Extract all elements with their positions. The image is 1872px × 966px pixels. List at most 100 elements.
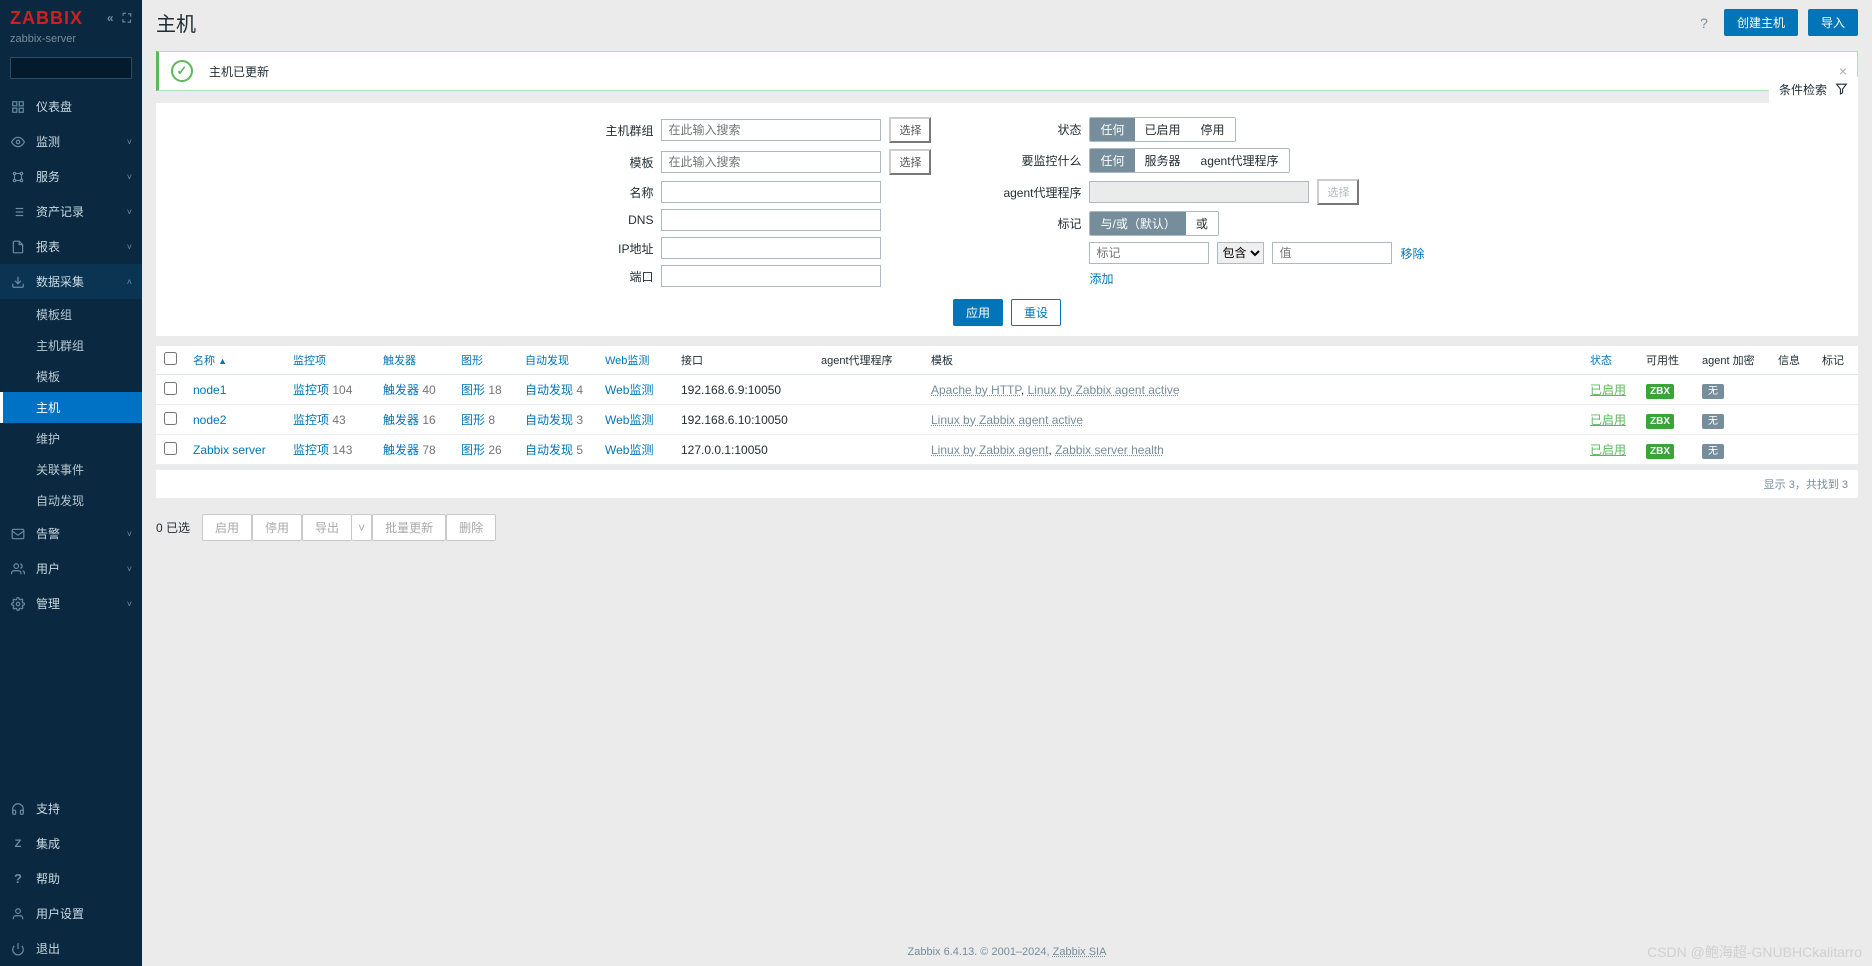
select-template-button[interactable]: 选择	[889, 149, 931, 175]
status-link[interactable]: 已启用	[1590, 413, 1626, 427]
col-name[interactable]: 名称 ▲	[193, 355, 227, 367]
status-link[interactable]: 已启用	[1590, 383, 1626, 397]
toggle-opt[interactable]: 已启用	[1135, 118, 1191, 141]
template-link[interactable]: Zabbix server health	[1055, 443, 1164, 457]
items-link[interactable]: 监控项	[293, 443, 329, 457]
triggers-link[interactable]: 触发器	[383, 443, 419, 457]
toggle-opt[interactable]: 服务器	[1135, 149, 1191, 172]
remove-tag-link[interactable]: 移除	[1400, 245, 1424, 262]
toggle-opt[interactable]: 停用	[1191, 118, 1235, 141]
col-graphs[interactable]: 图形	[461, 355, 483, 367]
import-button[interactable]: 导入	[1808, 9, 1858, 36]
web-link[interactable]: Web监测	[605, 383, 653, 397]
apply-filter-button[interactable]: 应用	[953, 299, 1003, 326]
sub-item[interactable]: 主机群组	[0, 330, 142, 361]
select-tag-op[interactable]: 包含	[1217, 242, 1264, 264]
sub-item[interactable]: 主机	[0, 392, 142, 423]
discovery-link[interactable]: 自动发现	[525, 413, 573, 427]
host-link[interactable]: node1	[193, 383, 226, 397]
items-link[interactable]: 监控项	[293, 383, 329, 397]
toggle-opt[interactable]: agent代理程序	[1191, 149, 1289, 172]
collapse-icon[interactable]: «	[107, 11, 115, 26]
select-hostgroup-button[interactable]: 选择	[889, 117, 931, 143]
nav-item-users[interactable]: 用户˅	[0, 551, 142, 586]
template-link[interactable]: Apache by HTTP	[931, 383, 1021, 397]
col-discovery[interactable]: 自动发现	[525, 355, 569, 367]
nav-item-user[interactable]: 用户设置	[0, 896, 142, 931]
nav-item-headset[interactable]: 支持	[0, 791, 142, 826]
toggle-opt[interactable]: 任何	[1090, 149, 1134, 172]
input-dns[interactable]	[661, 209, 881, 231]
input-tag-key[interactable]	[1089, 242, 1209, 264]
sub-item[interactable]: 模板	[0, 361, 142, 392]
input-template[interactable]	[661, 151, 881, 173]
sub-item[interactable]: 关联事件	[0, 454, 142, 485]
nav-item-doc[interactable]: 报表˅	[0, 229, 142, 264]
web-link[interactable]: Web监测	[605, 443, 653, 457]
discovery-link[interactable]: 自动发现	[525, 383, 573, 397]
discovery-link[interactable]: 自动发现	[525, 443, 573, 457]
toggle-opt[interactable]: 任何	[1090, 118, 1134, 141]
input-port[interactable]	[661, 265, 881, 287]
templates-cell: Linux by Zabbix agent, Zabbix server hea…	[923, 435, 1582, 465]
status-link[interactable]: 已启用	[1590, 443, 1626, 457]
chevron-down-icon: ˅	[127, 172, 132, 182]
col-status[interactable]: 状态	[1590, 355, 1612, 367]
nav-item-mail[interactable]: 告警˅	[0, 516, 142, 551]
global-search[interactable]: 🔍	[10, 57, 132, 79]
select-all-checkbox[interactable]	[164, 352, 177, 365]
toggle-tag-logic[interactable]: 与/或（默认）或	[1089, 211, 1218, 236]
template-link[interactable]: Linux by Zabbix agent	[931, 443, 1048, 457]
help-icon[interactable]: ?	[1694, 15, 1714, 31]
row-checkbox[interactable]	[164, 412, 177, 425]
add-tag-link[interactable]: 添加	[1089, 270, 1113, 287]
nav-item-z[interactable]: Z集成	[0, 826, 142, 861]
nav-item-grid[interactable]: 仪表盘	[0, 89, 142, 124]
proxy-cell	[813, 405, 923, 435]
headset-icon	[10, 801, 26, 817]
sub-item[interactable]: 模板组	[0, 299, 142, 330]
mail-icon	[10, 526, 26, 542]
items-link[interactable]: 监控项	[293, 413, 329, 427]
template-link[interactable]: Linux by Zabbix agent active	[1028, 383, 1180, 397]
logo-text[interactable]: ZABBIX	[10, 8, 83, 29]
row-checkbox[interactable]	[164, 442, 177, 455]
toggle-status[interactable]: 任何已启用停用	[1089, 117, 1235, 142]
triggers-link[interactable]: 触发器	[383, 383, 419, 397]
sub-item[interactable]: 自动发现	[0, 485, 142, 516]
reset-filter-button[interactable]: 重设	[1011, 299, 1061, 326]
nav-item-help[interactable]: ?帮助	[0, 861, 142, 896]
graphs-link[interactable]: 图形	[461, 383, 485, 397]
col-items[interactable]: 监控项	[293, 355, 326, 367]
host-link[interactable]: node2	[193, 413, 226, 427]
toggle-opt[interactable]: 或	[1186, 212, 1218, 235]
sub-item[interactable]: 维护	[0, 423, 142, 454]
toggle-opt[interactable]: 与/或（默认）	[1090, 212, 1185, 235]
nav-item-power[interactable]: 退出	[0, 931, 142, 966]
col-web[interactable]: Web监测	[605, 355, 649, 367]
row-checkbox[interactable]	[164, 382, 177, 395]
nav-item-tree[interactable]: 服务˅	[0, 159, 142, 194]
z-icon: Z	[10, 836, 26, 852]
footer-link[interactable]: Zabbix SIA	[1053, 946, 1107, 958]
nav-item-gear[interactable]: 管理˅	[0, 586, 142, 621]
graphs-link[interactable]: 图形	[461, 443, 485, 457]
nav-item-download[interactable]: 数据采集˄	[0, 264, 142, 299]
input-hostgroup[interactable]	[661, 119, 881, 141]
input-name[interactable]	[661, 181, 881, 203]
triggers-link[interactable]: 触发器	[383, 413, 419, 427]
proxy-cell	[813, 375, 923, 405]
input-tag-val[interactable]	[1272, 242, 1392, 264]
fullscreen-icon[interactable]: ⛶	[123, 11, 132, 26]
toggle-monitor[interactable]: 任何服务器agent代理程序	[1089, 148, 1289, 173]
host-link[interactable]: Zabbix server	[193, 443, 266, 457]
web-link[interactable]: Web监测	[605, 413, 653, 427]
graphs-link[interactable]: 图形	[461, 413, 485, 427]
create-host-button[interactable]: 创建主机	[1724, 9, 1798, 36]
input-ip[interactable]	[661, 237, 881, 259]
nav-item-eye[interactable]: 监测˅	[0, 124, 142, 159]
filter-toggle-tab[interactable]: 条件检索	[1769, 76, 1858, 103]
template-link[interactable]: Linux by Zabbix agent active	[931, 413, 1083, 427]
nav-item-list[interactable]: 资产记录˅	[0, 194, 142, 229]
col-triggers[interactable]: 触发器	[383, 355, 416, 367]
